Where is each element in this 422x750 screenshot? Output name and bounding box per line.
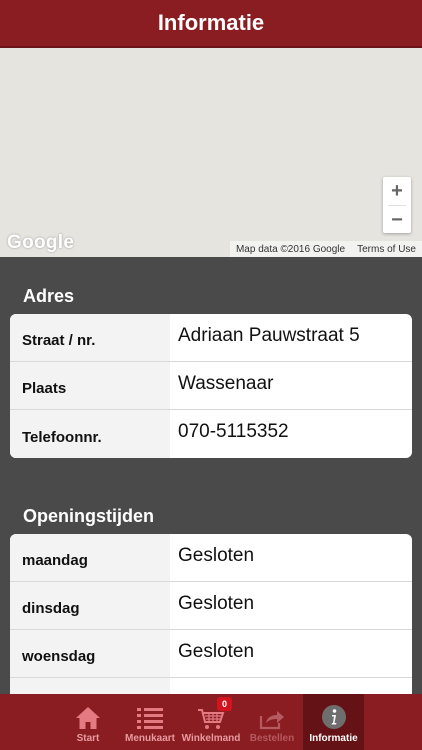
row-value: Wassenaar (178, 372, 274, 394)
header-bar: Informatie (0, 0, 422, 48)
terms-of-use-link[interactable]: Terms of Use (357, 244, 416, 255)
map-attribution-bar: Map data ©2016 Google Terms of Use (229, 241, 422, 257)
tab-label: Menukaart (124, 733, 175, 744)
row-label: dinsdag (10, 582, 170, 629)
zoom-out-button[interactable]: − (383, 206, 411, 234)
home-icon (76, 707, 100, 729)
page-title: Informatie (157, 10, 265, 35)
list-icon (137, 708, 163, 729)
address-card: Straat / nr. Adriaan Pauwstraat 5 Plaats… (10, 314, 412, 458)
share-icon (259, 711, 284, 730)
zoom-controls: + − (383, 177, 411, 233)
tab-label: Bestellen (249, 733, 295, 744)
tab-winkelmand[interactable]: 0 Winkelmand (182, 694, 240, 750)
tab-bar: Start Menukaart 0 Winkelmand Bestellen I… (0, 694, 422, 750)
address-row-city: Plaats Wassenaar (10, 362, 412, 410)
address-row-phone[interactable]: Telefoonnr. 070-5115352 (10, 410, 412, 458)
row-label: woensdag (10, 630, 170, 677)
hours-row-monday: maandag Gesloten (10, 534, 412, 582)
hours-section-title: Openingstijden (23, 506, 155, 526)
cart-count-badge: 0 (217, 697, 232, 711)
zoom-in-button[interactable]: + (383, 177, 411, 205)
map-view[interactable]: + − Google Map data ©2016 Google Terms o… (0, 48, 422, 257)
tab-informatie[interactable]: Informatie (303, 694, 364, 750)
address-row-street: Straat / nr. Adriaan Pauwstraat 5 (10, 314, 412, 362)
row-value: Adriaan Pauwstraat 5 (178, 324, 360, 346)
tab-menukaart[interactable]: Menukaart (118, 694, 182, 750)
info-icon (321, 705, 346, 729)
row-label: maandag (10, 534, 170, 581)
hours-row-wednesday: woensdag Gesloten (10, 630, 412, 678)
address-section-title: Adres (23, 286, 75, 306)
tab-start[interactable]: Start (60, 694, 116, 750)
tab-label: Start (76, 733, 100, 744)
row-value: Gesloten (178, 544, 255, 566)
hours-row-tuesday: dinsdag Gesloten (10, 582, 412, 630)
map-attribution: Map data ©2016 Google (235, 243, 346, 255)
tab-bestellen[interactable]: Bestellen (244, 694, 300, 750)
row-value: Gesloten (178, 592, 255, 614)
tab-label: Informatie (309, 733, 358, 744)
hours-card: maandag Gesloten dinsdag Gesloten woensd… (10, 534, 412, 704)
cart-icon (198, 709, 225, 729)
row-label: Straat / nr. (10, 314, 170, 361)
row-value: Gesloten (178, 640, 255, 662)
tab-label: Winkelmand (181, 733, 241, 744)
row-label: Telefoonnr. (10, 410, 170, 458)
google-logo: Google (7, 232, 75, 253)
row-label: Plaats (10, 362, 170, 409)
phone-value[interactable]: 070-5115352 (170, 410, 412, 458)
